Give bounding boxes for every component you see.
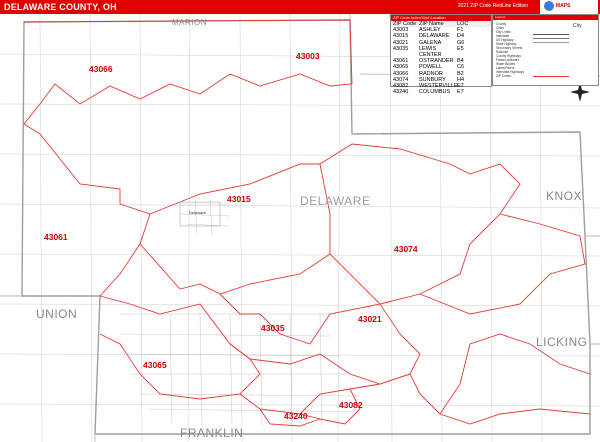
zip-label-43065: 43065 — [143, 360, 167, 370]
row-loc: E7 — [457, 89, 464, 96]
county-label-knox: KNOX — [546, 189, 583, 203]
zip-label-43240: 43240 — [284, 411, 308, 421]
zip-label-43021: 43021 — [358, 314, 382, 324]
zip-label-43066: 43066 — [89, 64, 113, 74]
zip-label-43015: 43015 — [227, 194, 251, 204]
legend-item: ZIP Codes — [496, 74, 512, 78]
zip-index-table: ZIP Code Index/Grid Location ZIP Code ZI… — [390, 14, 492, 95]
county-label-franklin: FRANKLIN — [180, 426, 244, 440]
logo-text: MAPS — [556, 3, 571, 9]
legend-line-highway — [533, 38, 569, 39]
legend-line-zip — [533, 76, 569, 77]
zip-label-43074: 43074 — [394, 244, 418, 254]
legend-city-sample: City — [573, 23, 582, 29]
map-title: DELAWARE COUNTY, OH — [4, 2, 117, 12]
zip-label-43035: 43035 — [261, 323, 285, 333]
table-row: 43240 COLUMBUS E7 — [391, 89, 491, 95]
map-header: DELAWARE COUNTY, OH 2021 ZIP Code RedLin… — [0, 0, 600, 14]
place-label-delaware: Delaware — [189, 210, 206, 215]
zip-label-43003: 43003 — [296, 51, 320, 61]
county-label-marion: MARION — [172, 18, 207, 27]
zip-label-43082: 43082 — [339, 400, 363, 410]
globe-icon — [544, 1, 554, 11]
edition-label: 2021 ZIP Code RedLine Edition — [457, 3, 528, 9]
row-name: COLUMBUS — [419, 89, 451, 96]
legend-line-interstate — [533, 34, 569, 35]
county-label-delaware: DELAWARE — [300, 194, 371, 208]
legend-title: Legend — [493, 15, 598, 20]
county-label-union: UNION — [36, 307, 78, 321]
legend-line-state — [533, 42, 569, 43]
row-name: LEWIS CENTER — [419, 45, 442, 59]
county-label-licking: LICKING — [536, 335, 588, 349]
publisher-logo: MAPS — [540, 0, 598, 14]
table-row: 43035 LEWIS CENTER E5 — [391, 46, 491, 58]
row-zip: 43240 — [393, 89, 409, 96]
row-loc: E5 — [457, 45, 464, 52]
zip-label-43061: 43061 — [44, 232, 68, 242]
map-legend: Legend County Cities City Limits Interst… — [492, 14, 599, 86]
row-zip: 43035 — [393, 45, 409, 52]
